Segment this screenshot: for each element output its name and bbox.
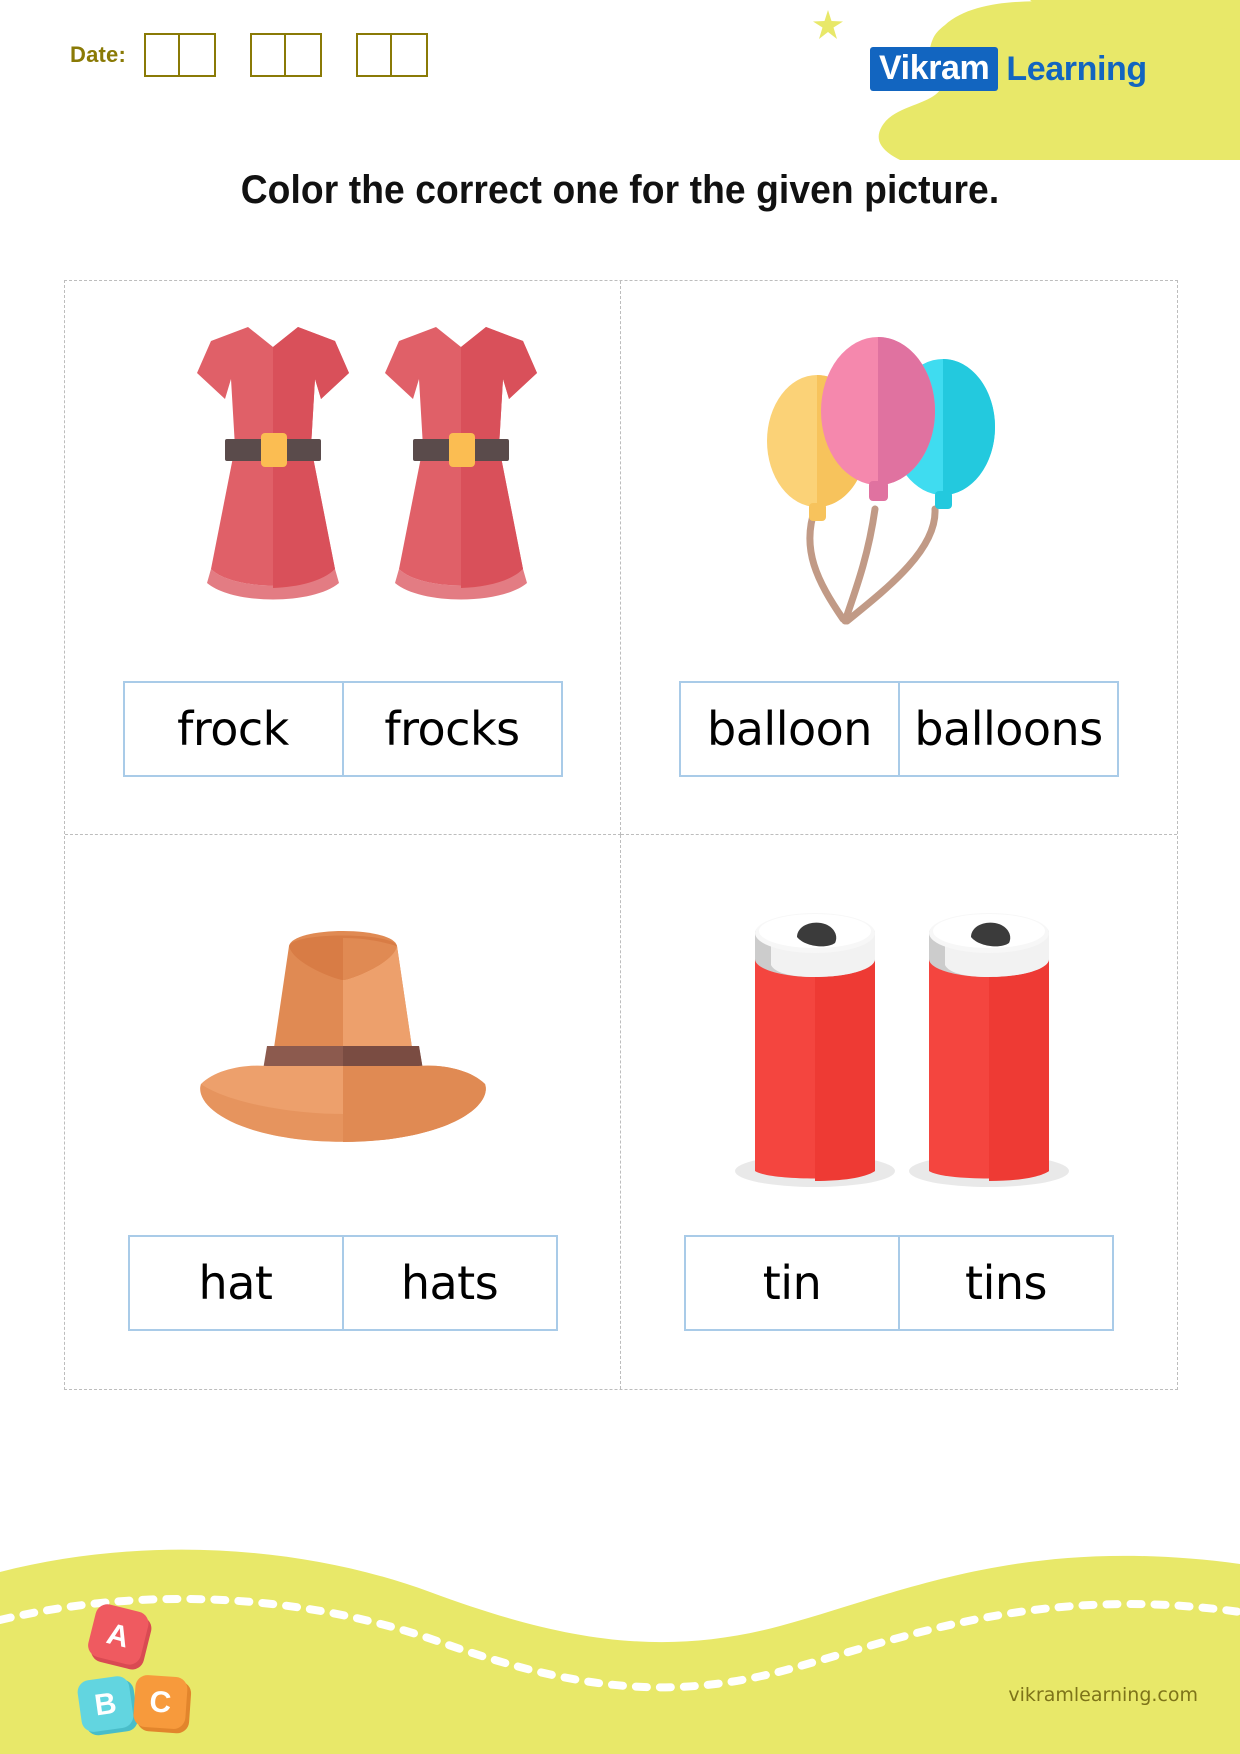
page-footer: A B C vikramlearning.com bbox=[0, 1444, 1240, 1754]
logo-wordmark: Vikram Learning bbox=[870, 47, 1147, 91]
answer-options-frock: frock frocks bbox=[122, 681, 563, 777]
two-soda-cans-icon bbox=[735, 913, 1069, 1187]
answer-options-tin: tin tins bbox=[684, 1235, 1114, 1331]
footer-website-url: vikramlearning.com bbox=[1008, 1684, 1198, 1706]
question-cell-tin: tin tins bbox=[621, 835, 1177, 1389]
star-icon bbox=[813, 10, 843, 39]
svg-text:B: B bbox=[92, 1687, 118, 1723]
option-plural[interactable]: frocks bbox=[341, 683, 561, 775]
two-dresses-icon bbox=[196, 327, 537, 600]
three-balloons-icon bbox=[767, 337, 995, 625]
cowboy-hat-icon bbox=[199, 931, 486, 1142]
hat-illustration bbox=[65, 835, 620, 1235]
balloons-illustration bbox=[621, 281, 1177, 681]
option-plural[interactable]: tins bbox=[898, 1237, 1112, 1329]
tin-cans-illustration bbox=[621, 835, 1177, 1235]
worksheet-grid: frock frocks balloon balloons hat hats t… bbox=[64, 280, 1178, 1390]
date-box[interactable] bbox=[286, 33, 323, 77]
date-label: Date: bbox=[70, 42, 127, 67]
date-field: Date: bbox=[70, 33, 429, 77]
dress-illustration bbox=[65, 281, 620, 681]
date-box[interactable] bbox=[392, 33, 429, 77]
question-cell-balloon: balloon balloons bbox=[621, 281, 1177, 835]
page-header: Date: Vikram Learning bbox=[0, 0, 1240, 170]
option-singular[interactable]: tin bbox=[686, 1237, 898, 1329]
option-singular[interactable]: balloon bbox=[681, 683, 898, 775]
date-box[interactable] bbox=[356, 33, 393, 77]
option-singular[interactable]: hat bbox=[130, 1237, 342, 1329]
date-boxes-group-month[interactable] bbox=[250, 33, 323, 77]
logo-learning-text: Learning bbox=[1006, 50, 1147, 88]
option-plural[interactable]: balloons bbox=[898, 683, 1117, 775]
svg-text:C: C bbox=[148, 1685, 172, 1719]
question-cell-frock: frock frocks bbox=[65, 281, 621, 835]
brand-logo: Vikram Learning bbox=[780, 0, 1240, 160]
date-box[interactable] bbox=[144, 33, 181, 77]
question-cell-hat: hat hats bbox=[65, 835, 621, 1389]
answer-options-balloon: balloon balloons bbox=[679, 681, 1119, 777]
option-plural[interactable]: hats bbox=[341, 1237, 556, 1329]
date-boxes-group-year[interactable] bbox=[356, 33, 429, 77]
abc-blocks-icon: A B C bbox=[77, 1604, 192, 1736]
date-boxes-group-day[interactable] bbox=[144, 33, 217, 77]
logo-badge-text: Vikram bbox=[870, 47, 999, 91]
option-singular[interactable]: frock bbox=[125, 683, 342, 775]
answer-options-hat: hat hats bbox=[127, 1235, 558, 1331]
date-box[interactable] bbox=[180, 33, 217, 77]
date-box[interactable] bbox=[250, 33, 287, 77]
page-title: Color the correct one for the given pict… bbox=[240, 168, 1000, 212]
